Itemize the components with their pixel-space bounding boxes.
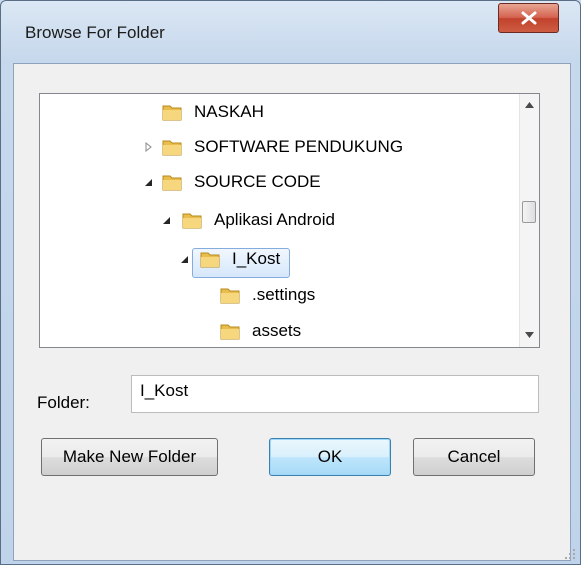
scroll-down-arrow-icon[interactable]: [525, 332, 534, 338]
expanded-arrow-icon[interactable]: [162, 216, 172, 226]
expanded-arrow-icon[interactable]: [180, 255, 190, 265]
ok-button[interactable]: OK: [269, 438, 391, 476]
tree-item-label: .settings: [252, 285, 316, 304]
close-button[interactable]: [498, 3, 559, 33]
dialog-title: Browse For Folder: [25, 23, 165, 42]
tree-item-assets[interactable]: assets: [220, 319, 301, 343]
tree-item-naskah[interactable]: NASKAH: [162, 100, 264, 124]
tree-item-i-kost[interactable]: I_Kost: [200, 247, 280, 271]
tree-item-software-pendukung[interactable]: SOFTWARE PENDUKUNG: [162, 135, 403, 159]
close-icon: [521, 11, 537, 25]
folder-icon: [220, 288, 240, 304]
browse-for-folder-dialog: Browse For Folder NASKAH SOFTWARE PENDUK…: [0, 0, 581, 565]
expanded-arrow-icon[interactable]: [144, 178, 154, 188]
scrollbar-thumb[interactable]: [522, 201, 536, 223]
tree-item-label: NASKAH: [194, 102, 264, 121]
folder-icon: [162, 175, 182, 191]
folder-tree[interactable]: NASKAH SOFTWARE PENDUKUNG SOURCE CODE Ap…: [39, 93, 540, 348]
vertical-scrollbar[interactable]: [519, 94, 539, 347]
tree-item-source-code[interactable]: SOURCE CODE: [162, 170, 321, 194]
scroll-up-arrow-icon[interactable]: [525, 102, 534, 108]
tree-item-label: SOURCE CODE: [194, 172, 321, 191]
folder-icon: [162, 140, 182, 156]
tree-item-label: I_Kost: [232, 249, 281, 268]
folder-icon: [220, 324, 240, 340]
tree-item-label: assets: [252, 321, 302, 340]
resize-grip-icon[interactable]: [564, 548, 576, 560]
tree-item-aplikasi-android[interactable]: Aplikasi Android: [182, 208, 335, 232]
tree-item-label: SOFTWARE PENDUKUNG: [194, 137, 404, 156]
make-new-folder-button[interactable]: Make New Folder: [41, 438, 218, 476]
folder-input[interactable]: [131, 375, 539, 413]
folder-icon: [200, 252, 220, 268]
folder-icon: [162, 105, 182, 121]
folder-field-label: Folder:: [37, 393, 90, 412]
folder-icon: [182, 213, 202, 229]
tree-item-settings[interactable]: .settings: [220, 283, 315, 307]
collapsed-arrow-icon[interactable]: [144, 142, 154, 152]
tree-item-label: Aplikasi Android: [214, 210, 335, 229]
cancel-button[interactable]: Cancel: [413, 438, 535, 476]
